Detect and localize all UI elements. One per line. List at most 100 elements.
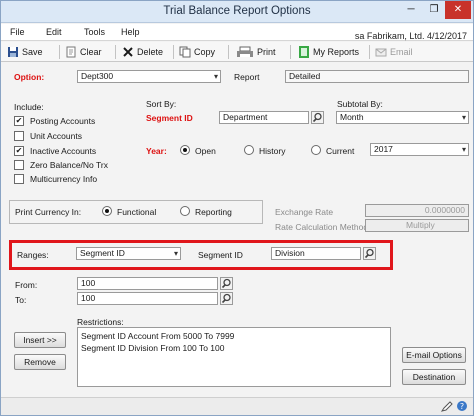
my-reports-label: My Reports bbox=[313, 47, 360, 57]
year-current-label: Current bbox=[326, 146, 355, 156]
ranges-dropdown[interactable]: Segment ID ▾ bbox=[76, 247, 181, 260]
multicurrency-info-label: Multicurrency Info bbox=[30, 174, 98, 184]
toolbar-divider bbox=[228, 45, 229, 59]
sort-by-label: Sort By: bbox=[146, 99, 177, 109]
toolbar: Save Clear Delete Copy Print My Reports bbox=[1, 42, 473, 62]
minimize-button[interactable]: ─ bbox=[399, 1, 423, 19]
ranges-segment-field[interactable]: Division bbox=[271, 247, 361, 260]
option-dropdown[interactable]: Dept300 ▾ bbox=[77, 70, 221, 83]
save-icon bbox=[7, 46, 19, 58]
email-button[interactable]: Email bbox=[375, 44, 413, 60]
option-value: Dept300 bbox=[81, 71, 114, 81]
lookup-button[interactable] bbox=[220, 277, 233, 290]
from-label: From: bbox=[15, 280, 38, 290]
status-bar bbox=[1, 397, 473, 415]
email-envelope-icon bbox=[375, 46, 387, 58]
chevron-down-icon: ▾ bbox=[213, 72, 218, 81]
rate-method-label: Rate Calculation Method: bbox=[275, 222, 371, 232]
close-button[interactable]: ✕ bbox=[445, 1, 471, 19]
delete-x-icon bbox=[122, 46, 134, 58]
year-open-radio[interactable] bbox=[180, 145, 190, 155]
posting-accounts-label: Posting Accounts bbox=[30, 116, 96, 126]
email-label: Email bbox=[390, 47, 413, 57]
save-button[interactable]: Save bbox=[7, 44, 43, 60]
email-options-button[interactable]: E-mail Options bbox=[402, 347, 466, 363]
list-item[interactable]: Segment ID Account From 5000 To 7999 bbox=[81, 330, 390, 342]
sort-by-field[interactable]: Department bbox=[219, 111, 309, 124]
destination-button[interactable]: Destination bbox=[402, 369, 466, 385]
remove-button[interactable]: Remove bbox=[14, 354, 66, 370]
printer-icon bbox=[236, 46, 254, 58]
exchange-rate-value: 0.0000000 bbox=[424, 205, 465, 215]
chevron-down-icon: ▾ bbox=[461, 113, 466, 122]
copy-button[interactable]: Copy bbox=[179, 44, 215, 60]
to-field[interactable]: 100 bbox=[77, 292, 218, 305]
restrictions-list[interactable]: Segment ID Account From 5000 To 7999 Seg… bbox=[77, 327, 391, 387]
svg-text:?: ? bbox=[460, 402, 464, 411]
toolbar-divider bbox=[290, 45, 291, 59]
toolbar-divider bbox=[173, 45, 174, 59]
functional-label: Functional bbox=[117, 207, 157, 217]
print-label: Print bbox=[257, 47, 276, 57]
copy-label: Copy bbox=[194, 47, 216, 57]
from-value: 100 bbox=[81, 278, 96, 288]
report-value: Detailed bbox=[289, 71, 321, 81]
subtotal-by-dropdown[interactable]: Month ▾ bbox=[336, 111, 469, 124]
report-label: Report bbox=[234, 72, 260, 82]
unit-accounts-label: Unit Accounts bbox=[30, 131, 82, 141]
year-dropdown[interactable]: 2017 ▾ bbox=[370, 143, 469, 156]
to-value: 100 bbox=[81, 293, 96, 303]
year-current-radio[interactable] bbox=[311, 145, 321, 155]
copy-icon bbox=[179, 46, 191, 58]
restore-button[interactable]: ❐ bbox=[423, 1, 445, 19]
inactive-accounts-label: Inactive Accounts bbox=[30, 146, 97, 156]
insert-button[interactable]: Insert >> bbox=[14, 332, 66, 348]
year-history-label: History bbox=[259, 146, 286, 156]
title-bar: Trial Balance Report Options ─ ❐ ✕ bbox=[1, 1, 473, 23]
toolbar-divider bbox=[369, 45, 370, 59]
lookup-button[interactable] bbox=[363, 247, 376, 260]
clear-icon bbox=[65, 46, 77, 58]
functional-radio[interactable] bbox=[102, 206, 112, 216]
multicurrency-info-checkbox[interactable] bbox=[14, 174, 24, 184]
reporting-radio[interactable] bbox=[180, 206, 190, 216]
option-label: Option: bbox=[14, 72, 45, 82]
user-company-date: sa Fabrikam, Ltd. 4/12/2017 bbox=[354, 31, 467, 41]
my-reports-button[interactable]: My Reports bbox=[298, 44, 359, 60]
lookup-button[interactable] bbox=[311, 111, 324, 124]
subtotal-by-value: Month bbox=[340, 112, 364, 122]
lookup-button[interactable] bbox=[220, 292, 233, 305]
from-field[interactable]: 100 bbox=[77, 277, 218, 290]
exchange-rate-label: Exchange Rate bbox=[275, 207, 334, 217]
delete-label: Delete bbox=[137, 47, 164, 57]
posting-accounts-checkbox[interactable]: ✔ bbox=[14, 116, 24, 126]
delete-button[interactable]: Delete bbox=[122, 44, 163, 60]
zero-balance-label: Zero Balance/No Trx bbox=[30, 160, 108, 170]
magnifier-icon bbox=[364, 248, 374, 259]
print-currency-label: Print Currency In: bbox=[15, 207, 82, 217]
ranges-segment-label: Segment ID bbox=[198, 250, 243, 260]
magnifier-icon bbox=[312, 112, 322, 123]
menu-help[interactable]: Help bbox=[121, 27, 140, 37]
menu-edit[interactable]: Edit bbox=[46, 27, 62, 37]
zero-balance-checkbox[interactable] bbox=[14, 160, 24, 170]
unit-accounts-checkbox[interactable] bbox=[14, 131, 24, 141]
report-field: Detailed bbox=[285, 70, 469, 83]
clear-button[interactable]: Clear bbox=[65, 44, 102, 60]
chevron-down-icon: ▾ bbox=[173, 249, 178, 258]
exchange-rate-field: 0.0000000 bbox=[365, 204, 469, 217]
note-icon[interactable] bbox=[440, 401, 453, 412]
help-icon[interactable]: ? bbox=[456, 400, 468, 412]
year-history-radio[interactable] bbox=[244, 145, 254, 155]
menu-file[interactable]: File bbox=[10, 27, 25, 37]
list-item[interactable]: Segment ID Division From 100 To 100 bbox=[81, 342, 390, 354]
menu-tools[interactable]: Tools bbox=[84, 27, 105, 37]
segment-id-label: Segment ID bbox=[146, 113, 193, 123]
toolbar-divider bbox=[59, 45, 60, 59]
print-button[interactable]: Print bbox=[236, 44, 276, 60]
inactive-accounts-checkbox[interactable]: ✔ bbox=[14, 146, 24, 156]
magnifier-icon bbox=[221, 278, 231, 289]
checkmark-icon: ✔ bbox=[15, 116, 23, 125]
to-label: To: bbox=[15, 295, 27, 305]
include-label: Include: bbox=[14, 102, 44, 112]
